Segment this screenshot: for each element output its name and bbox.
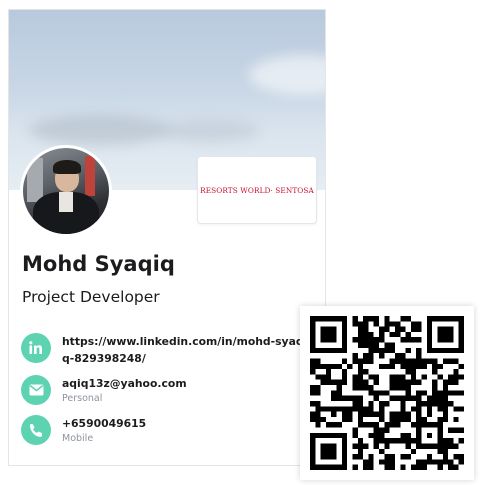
contact-email[interactable]: aqiq13z@yahoo.com Personal — [21, 375, 310, 405]
phone-icon — [21, 415, 51, 445]
email-label: Personal — [62, 393, 103, 404]
email-icon — [21, 375, 51, 405]
contact-card: RESORTS WORLD· SENTOSA Mohd Syaqiq Proje… — [8, 9, 326, 466]
qr-code-icon — [310, 316, 464, 470]
email-address[interactable]: aqiq13z@yahoo.com — [62, 375, 310, 392]
profile-name: Mohd Syaqiq — [22, 252, 175, 276]
job-title: Project Developer — [22, 288, 160, 306]
qr-code — [300, 306, 474, 480]
contact-phone[interactable]: +6590049615 Mobile — [21, 415, 310, 445]
company-logo-text: RESORTS WORLD· SENTOSA — [200, 185, 314, 195]
contact-linkedin[interactable]: https://www.linkedin.com/in/mohd-syaqiq-… — [21, 333, 310, 367]
linkedin-icon — [21, 333, 51, 363]
phone-number[interactable]: +6590049615 — [62, 415, 310, 432]
company-logo: RESORTS WORLD· SENTOSA — [197, 156, 317, 224]
linkedin-url[interactable]: https://www.linkedin.com/in/mohd-syaqiq-… — [62, 333, 310, 367]
avatar — [20, 145, 112, 237]
phone-label: Mobile — [62, 433, 94, 444]
